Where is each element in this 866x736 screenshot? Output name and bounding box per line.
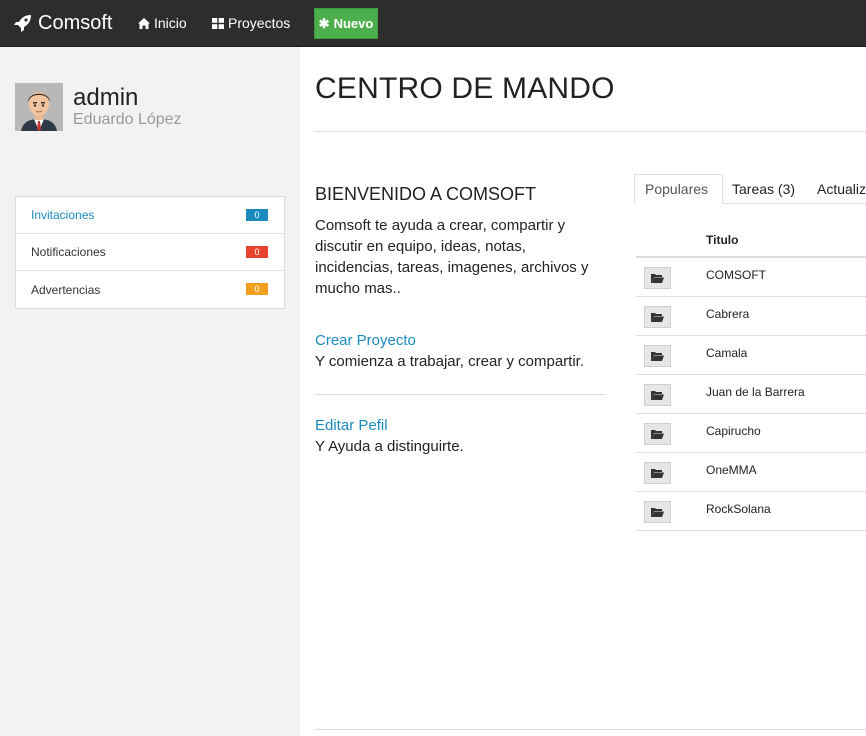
table-header-titulo: Titulo [706, 233, 739, 247]
folder-open-icon [651, 390, 664, 400]
grid-icon [212, 17, 224, 29]
nav-inicio-label: Inicio [154, 15, 187, 31]
tab-tareas[interactable]: Tareas (3) [732, 174, 795, 204]
top-navbar: Comsoft Inicio Proyectos ✱ Nuevo [0, 0, 866, 47]
asterisk-icon: ✱ [318, 15, 330, 31]
tab-bar: Populares Tareas (3) Actualiz [634, 174, 866, 204]
crear-proyecto-link[interactable]: Crear Proyecto [315, 332, 416, 349]
table-row: Camala [636, 336, 866, 375]
sidebar-item-advertencias[interactable]: Advertencias 0 [16, 271, 284, 308]
project-title[interactable]: COMSOFT [706, 268, 766, 282]
project-title[interactable]: RockSolana [706, 502, 771, 516]
tab-actualizaciones[interactable]: Actualiz [817, 174, 866, 204]
brand-link[interactable]: Comsoft [14, 11, 112, 35]
folder-open-icon [651, 273, 664, 283]
welcome-text: Comsoft te ayuda a crear, compartir y di… [315, 217, 589, 297]
open-folder-button[interactable] [644, 306, 671, 328]
table-row: Juan de la Barrera [636, 375, 866, 414]
avatar [15, 83, 63, 131]
project-title[interactable]: OneMMA [706, 463, 757, 477]
nuevo-label: Nuevo [333, 16, 374, 31]
rocket-icon [14, 15, 31, 32]
project-title[interactable]: Capirucho [706, 424, 761, 438]
open-folder-button[interactable] [644, 345, 671, 367]
editar-perfil-desc: Y Ayuda a distinguirte. [315, 438, 464, 455]
sidebar: admin Eduardo López Invitaciones 0 Notif… [0, 47, 300, 736]
welcome-heading: BIENVENIDO A COMSOFT [315, 184, 537, 204]
project-title[interactable]: Juan de la Barrera [706, 385, 805, 399]
brand-name: Comsoft [38, 11, 113, 34]
count-badge: 0 [246, 209, 268, 221]
divider [315, 131, 866, 132]
username: admin [73, 84, 139, 111]
folder-open-icon [651, 507, 664, 517]
home-icon [138, 17, 150, 29]
count-badge: 0 [246, 283, 268, 295]
page-title: CENTRO DE MANDO [315, 72, 615, 105]
user-fullname: Eduardo López [73, 111, 182, 128]
nuevo-button[interactable]: ✱ Nuevo [314, 8, 378, 39]
table-row: RockSolana [636, 492, 866, 531]
table-row: Cabrera [636, 297, 866, 336]
folder-open-icon [651, 429, 664, 439]
sidebar-item-label: Notificaciones [31, 245, 106, 259]
divider [315, 729, 866, 730]
user-portrait-icon [15, 83, 63, 131]
sidebar-item-invitaciones[interactable]: Invitaciones 0 [16, 197, 284, 234]
nav-proyectos-label: Proyectos [228, 15, 291, 31]
open-folder-button[interactable] [644, 423, 671, 445]
project-title[interactable]: Camala [706, 346, 747, 360]
sidebar-item-label: Advertencias [31, 282, 101, 297]
nav-proyectos[interactable]: Proyectos [212, 14, 290, 32]
open-folder-button[interactable] [644, 384, 671, 406]
sidebar-item-notificaciones[interactable]: Notificaciones 0 [16, 234, 284, 271]
folder-open-icon [651, 312, 664, 322]
open-folder-button[interactable] [644, 267, 671, 289]
table-row: OneMMA [636, 453, 866, 492]
crear-proyecto-desc: Y comienza a trabajar, crear y compartir… [315, 353, 585, 370]
editar-perfil-link[interactable]: Editar Pefil [315, 417, 388, 434]
tab-populares[interactable]: Populares [634, 174, 723, 204]
folder-open-icon [651, 468, 664, 478]
folder-open-icon [651, 351, 664, 361]
nav-inicio[interactable]: Inicio [138, 14, 187, 32]
divider [315, 394, 606, 395]
open-folder-button[interactable] [644, 462, 671, 484]
count-badge: 0 [246, 246, 268, 258]
table-row: Capirucho [636, 414, 866, 453]
project-title[interactable]: Cabrera [706, 307, 749, 321]
table-row: COMSOFT [636, 258, 866, 297]
notifications-list: Invitaciones 0 Notificaciones 0 Adverten… [15, 196, 285, 309]
sidebar-item-label: Invitaciones [31, 208, 95, 222]
open-folder-button[interactable] [644, 501, 671, 523]
